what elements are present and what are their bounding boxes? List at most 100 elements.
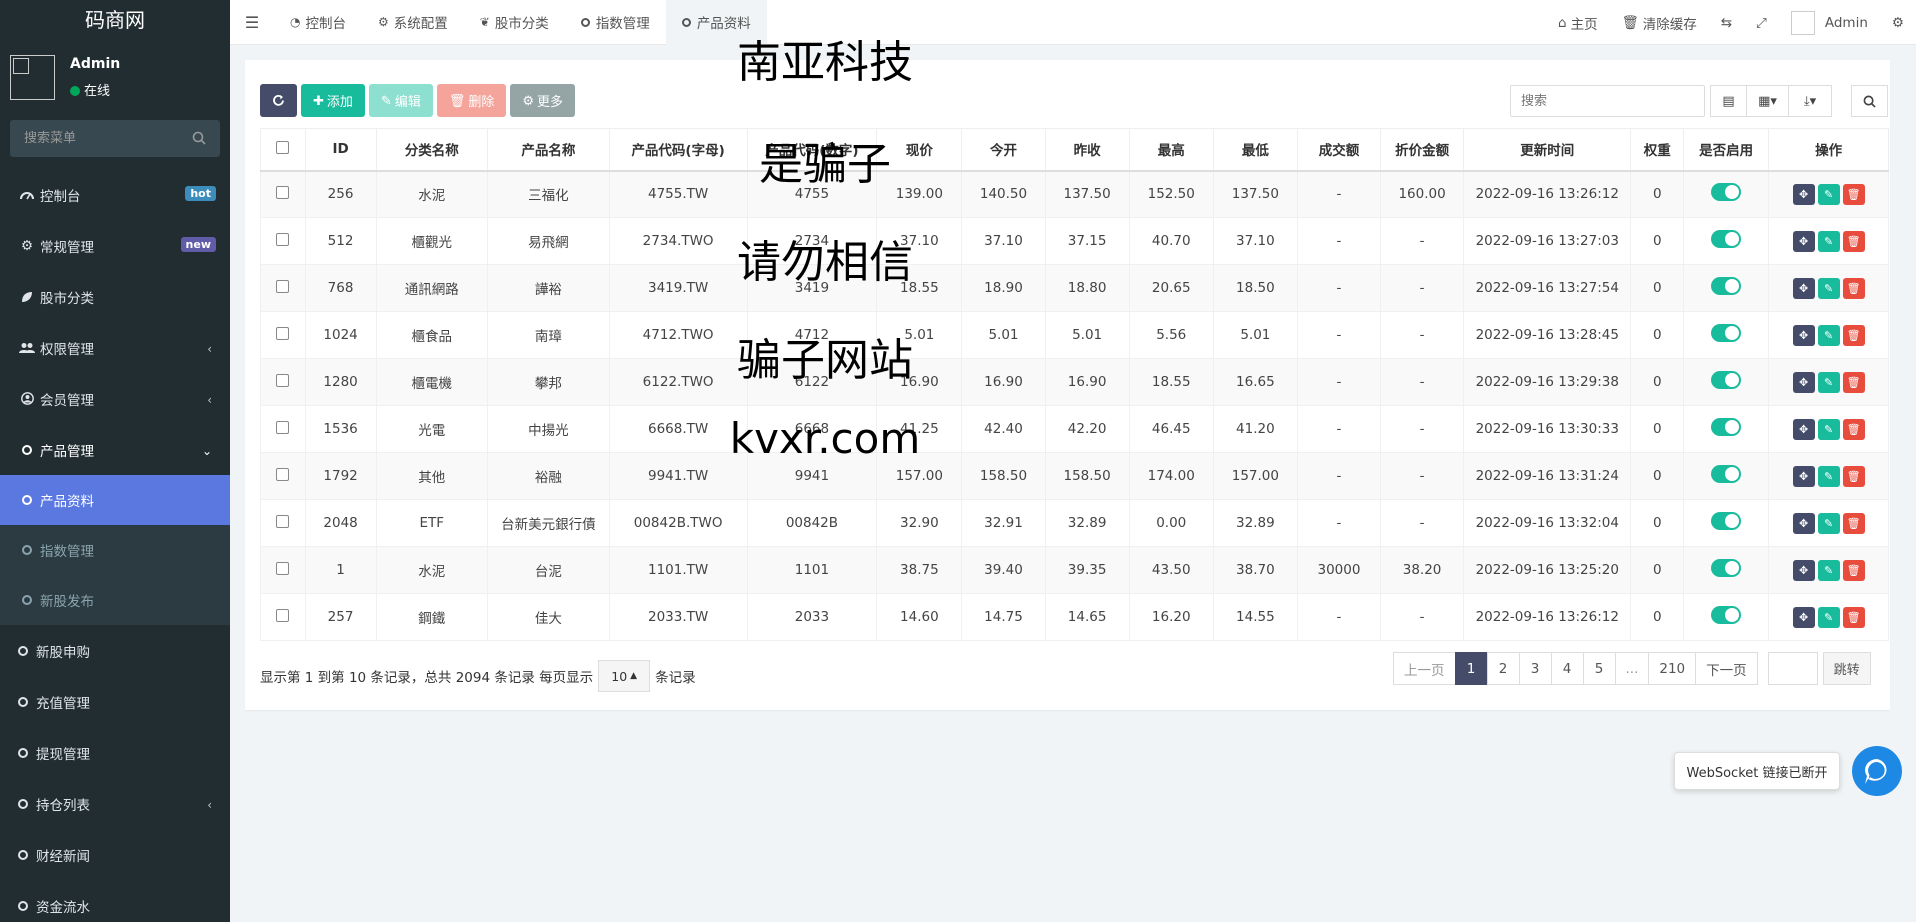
more-button[interactable]: ⚙ 更多 [510, 84, 576, 117]
next-page-button[interactable]: 下一页 [1695, 652, 1758, 685]
column-header[interactable]: 产品名称 [487, 128, 610, 172]
row-checkbox[interactable] [276, 420, 290, 434]
page-button[interactable]: 2 [1486, 652, 1520, 685]
sidebar-item-general[interactable]: ⚙ 常规管理 new [0, 220, 230, 271]
edit-pencil-icon[interactable]: ✎ [1817, 277, 1840, 299]
table-row[interactable]: 256 水泥 三福化 4755.TW 4755 139.00 140.50 137.50 152… [260, 170, 1889, 218]
edit-pencil-icon[interactable]: ✎ [1817, 371, 1840, 393]
settings-icon[interactable]: ⚙ [1880, 0, 1916, 45]
sidebar-item-products[interactable]: 产品管理 ⌄ [0, 424, 230, 475]
home-link[interactable]: ⌂ 主页 [1546, 0, 1610, 45]
edit-pencil-icon[interactable]: ✎ [1817, 324, 1840, 346]
column-header[interactable]: 最低 [1212, 128, 1298, 172]
column-header[interactable]: ID [304, 128, 377, 172]
column-header[interactable]: 分类名称 [375, 128, 489, 172]
tab-product-info[interactable]: 产品资料 [665, 0, 767, 45]
column-header[interactable]: 产品代码(字母) [608, 128, 748, 172]
table-row[interactable]: 1536 光電 中揚光 6668.TW 6668 41.25 42.40 42.20 46.45… [260, 405, 1889, 453]
column-header[interactable]: 产品代码(数字) [746, 128, 878, 172]
column-header[interactable]: 权重 [1630, 128, 1685, 172]
delete-trash-icon[interactable]: 🗑 [1842, 277, 1865, 299]
select-all-checkbox[interactable] [276, 140, 290, 154]
sidebar-item-fund-flow[interactable]: 资金流水 [0, 880, 230, 922]
enabled-toggle[interactable] [1711, 559, 1742, 577]
add-button[interactable]: ✚ 添加 [301, 84, 365, 117]
advanced-search-button[interactable] [1851, 85, 1888, 117]
refresh-button[interactable] [260, 84, 297, 117]
enabled-toggle[interactable] [1711, 512, 1742, 530]
logo[interactable]: 码商网 [0, 0, 230, 40]
enabled-toggle[interactable] [1711, 183, 1742, 202]
column-header[interactable]: 更新时间 [1463, 128, 1632, 172]
column-header[interactable]: 操作 [1768, 128, 1889, 172]
edit-pencil-icon[interactable]: ✎ [1817, 230, 1840, 252]
table-row[interactable]: 1792 其他 裕融 9941.TW 9941 157.00 158.50 158.50 174… [260, 452, 1889, 500]
column-header[interactable]: 昨收 [1044, 128, 1130, 172]
row-checkbox[interactable] [276, 185, 290, 199]
tab-stock-category[interactable]: ❦ 股市分类 [464, 0, 565, 45]
table-row[interactable]: 1280 櫃電機 攀邦 6122.TWO 6122 16.90 16.90 16.90 18.5… [260, 358, 1889, 406]
page-jump-input[interactable] [1767, 652, 1818, 685]
sidebar-subitem-index[interactable]: 指数管理 [0, 525, 230, 575]
page-button[interactable]: 210 [1648, 652, 1697, 685]
table-row[interactable]: 257 鋼鐵 佳大 2033.TW 2033 14.60 14.75 14.65 16.20 14… [260, 593, 1889, 641]
tab-system-config[interactable]: ⚙ 系统配置 [362, 0, 464, 45]
delete-trash-icon[interactable]: 🗑 [1842, 230, 1865, 252]
sidebar-item-positions[interactable]: 持仓列表 ‹ [0, 778, 230, 829]
drag-move-icon[interactable]: ✥ [1792, 230, 1815, 252]
row-checkbox[interactable] [276, 279, 290, 293]
column-header[interactable]: 成交额 [1296, 128, 1382, 172]
sidebar-search-input[interactable] [10, 120, 220, 157]
edit-pencil-icon[interactable]: ✎ [1817, 465, 1840, 487]
page-button[interactable]: 3 [1518, 652, 1552, 685]
enabled-toggle[interactable] [1711, 465, 1742, 483]
chat-button[interactable] [1852, 746, 1902, 796]
sidebar-item-stock-category[interactable]: 股市分类 [0, 271, 230, 322]
page-button[interactable]: 5 [1582, 652, 1616, 685]
edit-pencil-icon[interactable]: ✎ [1817, 418, 1840, 440]
columns-dropdown-icon[interactable]: ▦▾ [1746, 85, 1789, 117]
row-checkbox[interactable] [276, 561, 290, 575]
enabled-toggle[interactable] [1711, 230, 1742, 248]
page-button[interactable]: 4 [1550, 652, 1584, 685]
enabled-toggle[interactable] [1711, 371, 1742, 389]
row-checkbox[interactable] [276, 467, 290, 481]
delete-trash-icon[interactable]: 🗑 [1842, 183, 1865, 205]
drag-move-icon[interactable]: ✥ [1792, 371, 1815, 393]
enabled-toggle[interactable] [1711, 324, 1742, 342]
translate-icon[interactable]: ⇆ [1709, 0, 1744, 45]
table-row[interactable]: 1 水泥 台泥 1101.TW 1101 38.75 39.40 39.35 43.50 38.7… [260, 546, 1889, 594]
enabled-toggle[interactable] [1711, 606, 1742, 624]
admin-menu[interactable]: Admin [1779, 0, 1880, 45]
drag-move-icon[interactable]: ✥ [1792, 324, 1815, 346]
edit-pencil-icon[interactable]: ✎ [1817, 512, 1840, 534]
page-button[interactable]: 1 [1454, 652, 1488, 685]
table-row[interactable]: 2048 ETF 台新美元銀行債 00842B.TWO 00842B 32.90 32.91… [260, 499, 1889, 547]
delete-button[interactable]: 🗑 删除 [436, 84, 507, 117]
delete-trash-icon[interactable]: 🗑 [1842, 559, 1865, 581]
drag-move-icon[interactable]: ✥ [1792, 512, 1815, 534]
row-checkbox[interactable] [276, 373, 290, 387]
fullscreen-icon[interactable]: ⤢ [1744, 0, 1779, 45]
sidebar-item-dashboard[interactable]: 控制台 hot [0, 169, 230, 220]
drag-move-icon[interactable]: ✥ [1792, 277, 1815, 299]
menu-toggle-icon[interactable]: ☰ [230, 0, 274, 45]
column-header[interactable]: 今开 [961, 128, 1046, 172]
column-header[interactable]: 是否启用 [1683, 128, 1770, 172]
table-row[interactable]: 768 通訊網路 譁裕 3419.TW 3419 18.55 18.90 18.80 20.65… [260, 264, 1889, 312]
sidebar-item-ipo-subscribe[interactable]: 新股申购 [0, 625, 230, 676]
delete-trash-icon[interactable]: 🗑 [1842, 371, 1865, 393]
search-icon[interactable] [192, 131, 206, 145]
sidebar-item-withdraw[interactable]: 提现管理 [0, 727, 230, 778]
page-size-select[interactable]: 10 ▲ [598, 660, 651, 692]
clear-cache-button[interactable]: 🗑 清除缓存 [1610, 0, 1709, 45]
enabled-toggle[interactable] [1711, 277, 1742, 295]
edit-pencil-icon[interactable]: ✎ [1817, 606, 1840, 628]
column-header[interactable]: 最高 [1128, 128, 1214, 172]
sidebar-item-members[interactable]: 会员管理 ‹ [0, 373, 230, 424]
sidebar-item-recharge[interactable]: 充值管理 [0, 676, 230, 727]
row-checkbox[interactable] [276, 514, 290, 528]
sidebar-subitem-product-info[interactable]: 产品资料 [0, 475, 230, 525]
delete-trash-icon[interactable]: 🗑 [1842, 465, 1865, 487]
delete-trash-icon[interactable]: 🗑 [1842, 324, 1865, 346]
